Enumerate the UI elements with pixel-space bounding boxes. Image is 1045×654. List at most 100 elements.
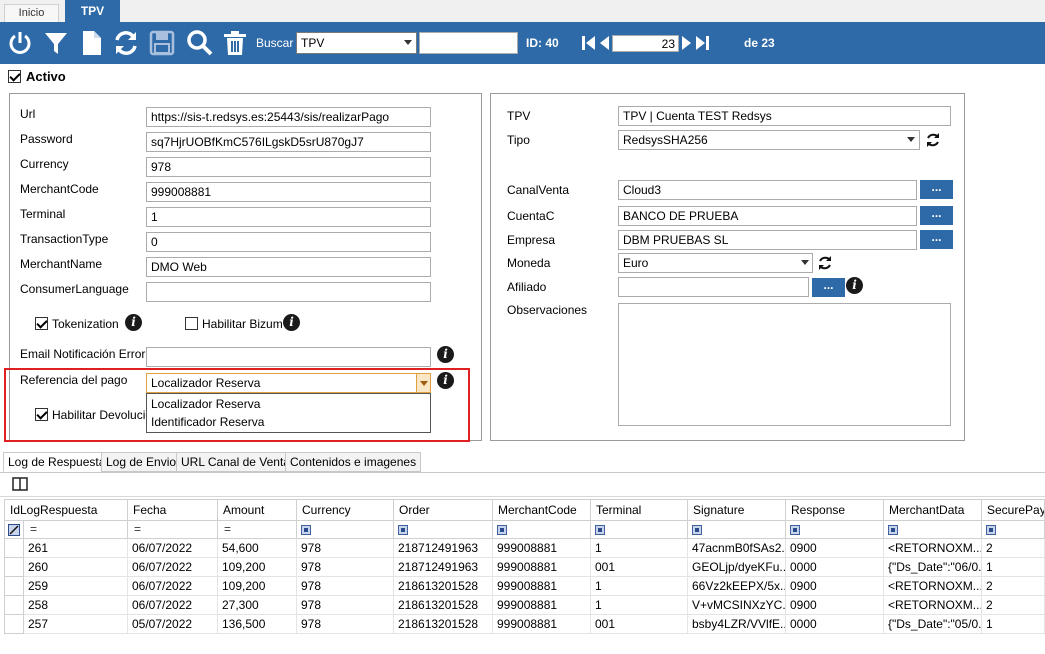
table-cell[interactable]: 259 <box>24 577 128 596</box>
table-cell[interactable]: 06/07/2022 <box>128 539 218 558</box>
table-cell[interactable]: 2 <box>982 596 1045 615</box>
column-header[interactable]: MerchantData <box>884 499 982 521</box>
table-cell[interactable]: 0000 <box>786 558 884 577</box>
table-cell[interactable]: 136,500 <box>218 615 297 634</box>
table-cell[interactable]: V+vMCSINXzYC... <box>688 596 786 615</box>
afiliado-field[interactable] <box>618 277 809 297</box>
chevron-down-icon[interactable] <box>416 374 430 392</box>
first-record-icon[interactable] <box>582 35 596 51</box>
terminal-field[interactable]: 1 <box>146 207 431 227</box>
info-icon[interactable]: i <box>846 277 863 294</box>
save-icon[interactable] <box>148 29 176 57</box>
table-cell[interactable]: 109,200 <box>218 558 297 577</box>
tab-url-canal-venta[interactable]: URL Canal de Venta <box>176 452 295 472</box>
table-cell[interactable]: bsby4LZR/VVlfE... <box>688 615 786 634</box>
column-header[interactable]: Order <box>394 499 493 521</box>
tab-log-envio[interactable]: Log de Envio <box>101 452 182 472</box>
empresa-lookup-button[interactable]: ... <box>920 230 953 249</box>
table-cell[interactable]: 06/07/2022 <box>128 596 218 615</box>
table-cell[interactable]: 109,200 <box>218 577 297 596</box>
refresh-icon[interactable] <box>925 132 941 148</box>
table-cell[interactable]: <RETORNOXM... <box>884 539 982 558</box>
row-selector[interactable] <box>4 539 24 558</box>
table-cell[interactable]: 27,300 <box>218 596 297 615</box>
new-document-icon[interactable] <box>78 29 106 57</box>
merchantname-field[interactable]: DMO Web <box>146 257 431 277</box>
activo-checkbox[interactable] <box>8 70 21 83</box>
filter-cell[interactable]: = <box>218 521 297 539</box>
filter-cell[interactable]: = <box>24 521 128 539</box>
table-cell[interactable]: 257 <box>24 615 128 634</box>
filter-icon[interactable] <box>42 29 70 57</box>
table-cell[interactable]: 0900 <box>786 577 884 596</box>
table-cell[interactable]: 0900 <box>786 596 884 615</box>
empresa-field[interactable]: DBM PRUEBAS SL <box>618 230 917 250</box>
table-cell[interactable]: 261 <box>24 539 128 558</box>
table-cell[interactable]: 001 <box>591 615 688 634</box>
table-cell[interactable]: 1 <box>982 615 1045 634</box>
column-header[interactable]: MerchantCode <box>493 499 591 521</box>
filter-cell[interactable]: = <box>128 521 218 539</box>
search-icon[interactable] <box>186 29 214 57</box>
row-selector[interactable] <box>4 615 24 634</box>
table-cell[interactable]: 999008881 <box>493 596 591 615</box>
filter-edit-icon[interactable] <box>8 524 20 536</box>
info-icon[interactable]: i <box>437 372 454 389</box>
chevron-down-icon[interactable] <box>801 260 809 265</box>
table-cell[interactable]: 999008881 <box>493 577 591 596</box>
canalventa-lookup-button[interactable]: ... <box>920 180 953 199</box>
filter-cell[interactable] <box>394 521 493 539</box>
table-cell[interactable]: 260 <box>24 558 128 577</box>
cuentac-lookup-button[interactable]: ... <box>920 206 953 225</box>
table-cell[interactable]: GEOLjp/dyeKFu... <box>688 558 786 577</box>
column-header[interactable]: Signature <box>688 499 786 521</box>
refresh-icon[interactable] <box>112 29 140 57</box>
table-cell[interactable]: {"Ds_Date":"06/0... <box>884 558 982 577</box>
observaciones-textarea[interactable] <box>618 303 951 426</box>
info-icon[interactable]: i <box>125 314 142 331</box>
table-cell[interactable]: 0900 <box>786 539 884 558</box>
table-cell[interactable]: <RETORNOXM... <box>884 577 982 596</box>
canalventa-field[interactable]: Cloud3 <box>618 180 917 200</box>
table-cell[interactable]: 1 <box>591 577 688 596</box>
info-icon[interactable]: i <box>437 346 454 363</box>
row-selector[interactable] <box>4 577 24 596</box>
table-cell[interactable]: 66Vz2kEEPX/5x... <box>688 577 786 596</box>
column-header[interactable]: Terminal <box>591 499 688 521</box>
table-cell[interactable]: 218712491963 <box>394 539 493 558</box>
table-cell[interactable]: 1 <box>591 539 688 558</box>
buscar-select[interactable]: TPV <box>296 32 417 54</box>
delete-icon[interactable] <box>221 29 249 57</box>
password-field[interactable]: sq7HjrUOBfKmC576ILgskD5srU870gJ7 <box>146 132 431 152</box>
table-cell[interactable]: 06/07/2022 <box>128 558 218 577</box>
table-cell[interactable]: 54,600 <box>218 539 297 558</box>
email-field[interactable] <box>146 347 431 367</box>
tokenization-checkbox[interactable] <box>35 317 48 330</box>
tipo-select[interactable]: RedsysSHA256 <box>618 130 920 150</box>
table-cell[interactable]: 999008881 <box>493 615 591 634</box>
chevron-down-icon[interactable] <box>907 137 915 142</box>
table-cell[interactable]: <RETORNOXM... <box>884 596 982 615</box>
table-cell[interactable]: 258 <box>24 596 128 615</box>
table-cell[interactable]: 999008881 <box>493 539 591 558</box>
record-number-input[interactable]: 23 <box>612 35 679 52</box>
filter-cell[interactable] <box>493 521 591 539</box>
table-cell[interactable]: 218613201528 <box>394 596 493 615</box>
filter-cell[interactable] <box>591 521 688 539</box>
column-header[interactable]: SecurePayment <box>982 499 1045 521</box>
previous-record-icon[interactable] <box>598 35 610 51</box>
afiliado-lookup-button[interactable]: ... <box>812 278 845 297</box>
url-field[interactable]: https://sis-t.redsys.es:25443/sis/realiz… <box>146 107 431 127</box>
filter-cell[interactable] <box>786 521 884 539</box>
table-cell[interactable]: 2 <box>982 539 1045 558</box>
consumerlanguage-field[interactable] <box>146 282 431 302</box>
table-cell[interactable]: 978 <box>297 615 394 634</box>
table-cell[interactable]: 978 <box>297 558 394 577</box>
next-record-icon[interactable] <box>681 35 693 51</box>
tab-tpv[interactable]: TPV <box>65 0 120 23</box>
table-cell[interactable]: 218613201528 <box>394 577 493 596</box>
dropdown-option[interactable]: Localizador Reserva <box>151 397 260 411</box>
table-cell[interactable]: {"Ds_Date":"05/0... <box>884 615 982 634</box>
filter-cell[interactable] <box>297 521 394 539</box>
table-cell[interactable]: 001 <box>591 558 688 577</box>
